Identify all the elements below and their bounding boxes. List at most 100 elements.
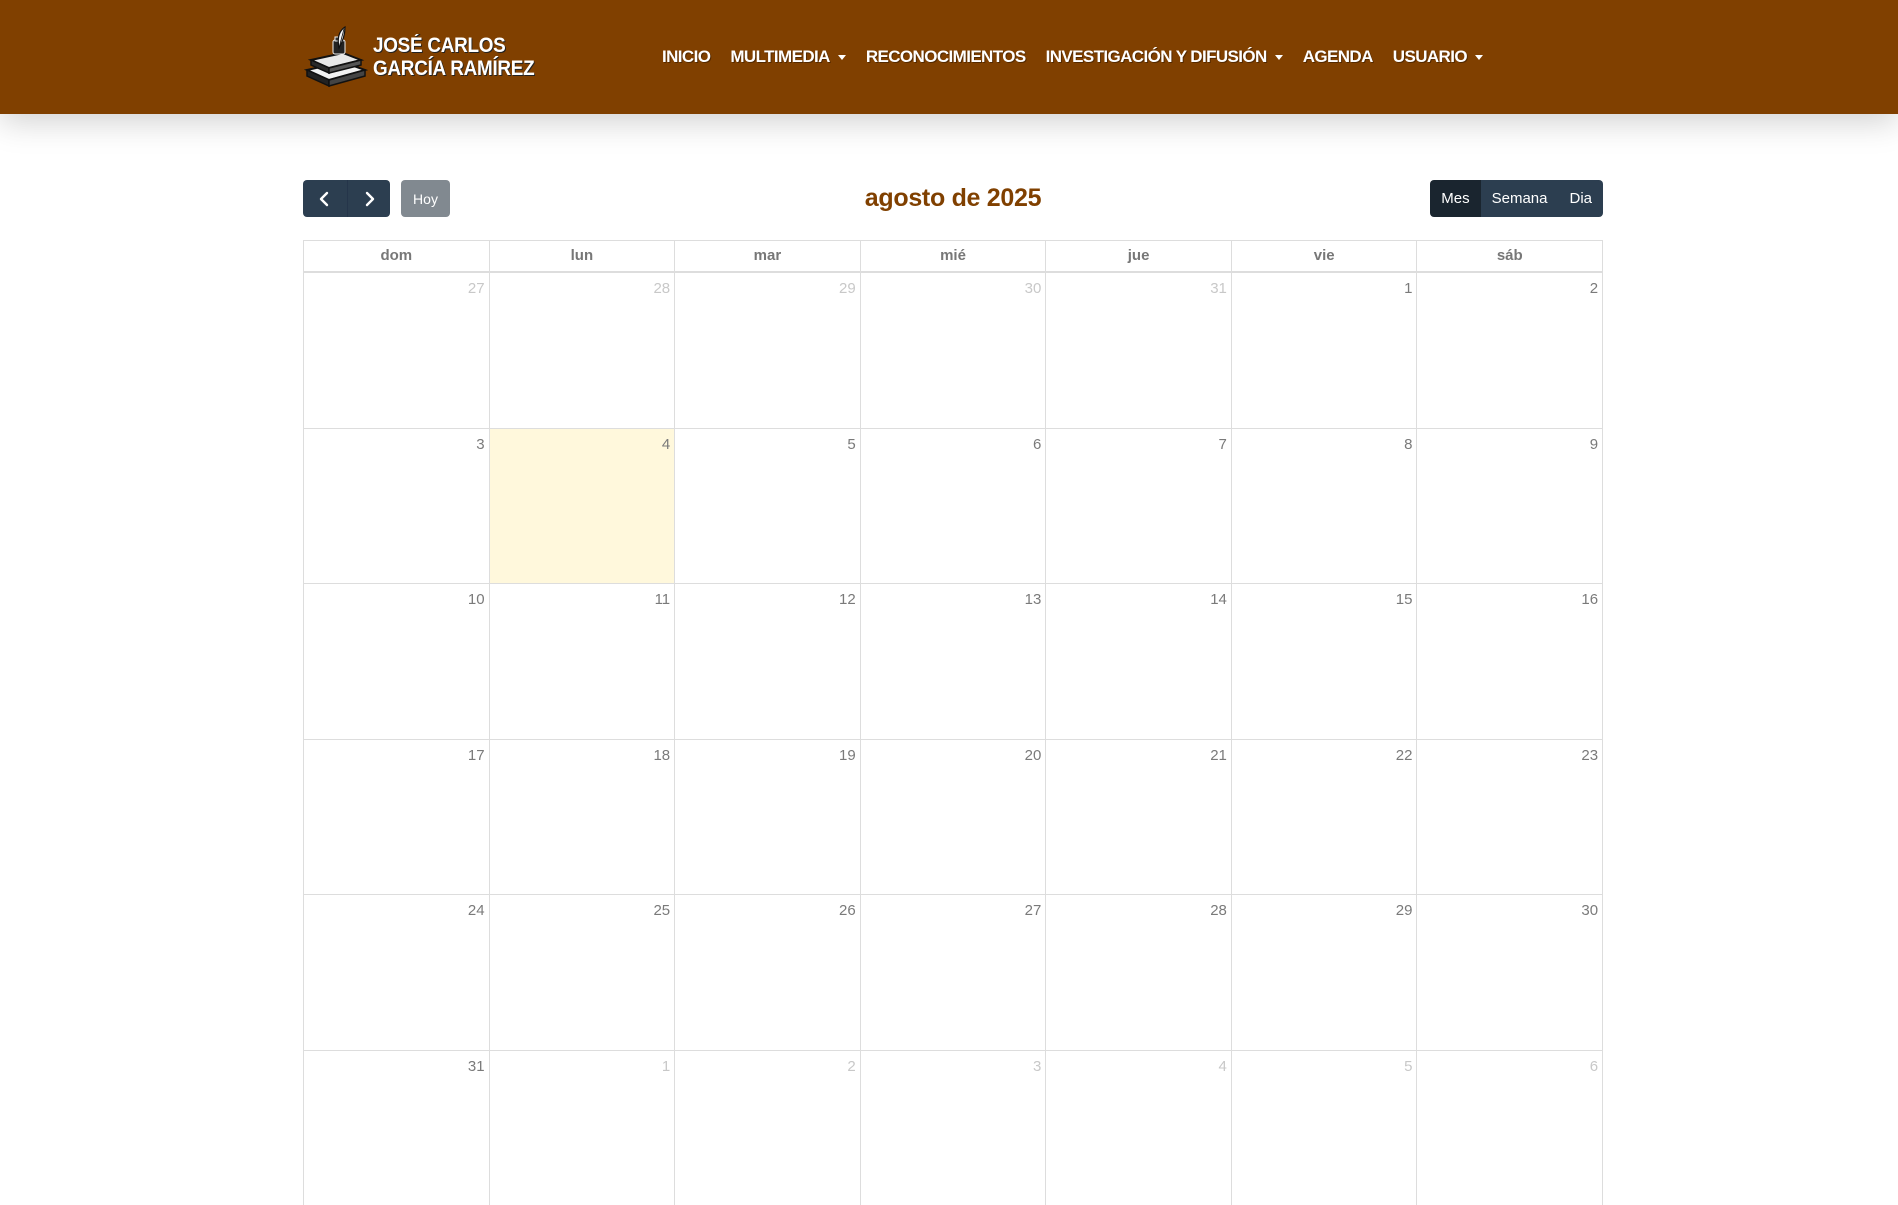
day-number[interactable]: 8 [1404, 436, 1412, 453]
day-cell[interactable]: 20 [860, 740, 1046, 895]
day-cell[interactable]: 2 [1416, 273, 1602, 428]
day-number[interactable]: 3 [476, 436, 484, 453]
day-cell[interactable]: 5 [1231, 1051, 1417, 1205]
day-cell[interactable]: 25 [489, 895, 675, 1050]
day-number[interactable]: 30 [1025, 280, 1042, 297]
day-number[interactable]: 31 [1210, 280, 1227, 297]
day-cell[interactable]: 10 [304, 584, 489, 739]
nav-reconocimientos[interactable]: RECONOCIMIENTOS [866, 47, 1026, 67]
day-view-button[interactable]: Dia [1558, 180, 1603, 217]
day-number[interactable]: 4 [1219, 1058, 1227, 1075]
day-cell[interactable]: 29 [1231, 895, 1417, 1050]
day-number[interactable]: 15 [1396, 591, 1413, 608]
day-cell[interactable]: 27 [860, 895, 1046, 1050]
today-button[interactable]: Hoy [401, 180, 450, 217]
week-view-button[interactable]: Semana [1481, 180, 1559, 217]
day-cell[interactable]: 31 [1045, 273, 1231, 428]
day-cell[interactable]: 16 [1416, 584, 1602, 739]
day-cell[interactable]: 19 [674, 740, 860, 895]
day-number[interactable]: 1 [662, 1058, 670, 1075]
day-cell[interactable]: 27 [304, 273, 489, 428]
day-number[interactable]: 23 [1581, 747, 1598, 764]
day-cell[interactable]: 13 [860, 584, 1046, 739]
day-cell[interactable]: 22 [1231, 740, 1417, 895]
day-number[interactable]: 16 [1581, 591, 1598, 608]
day-cell[interactable]: 24 [304, 895, 489, 1050]
main-nav: INICIO MULTIMEDIA RECONOCIMIENTOS INVEST… [652, 0, 1493, 114]
day-cell[interactable]: 12 [674, 584, 860, 739]
day-number[interactable]: 17 [468, 747, 485, 764]
day-number[interactable]: 18 [653, 747, 670, 764]
day-cell[interactable]: 15 [1231, 584, 1417, 739]
day-cell[interactable]: 7 [1045, 429, 1231, 584]
day-cell[interactable]: 29 [674, 273, 860, 428]
day-cell[interactable]: 9 [1416, 429, 1602, 584]
day-number[interactable]: 3 [1033, 1058, 1041, 1075]
nav-investigacion-dropdown[interactable]: INVESTIGACIÓN Y DIFUSIÓN [1046, 47, 1283, 67]
day-cell[interactable]: 1 [1231, 273, 1417, 428]
day-cell[interactable]: 1 [489, 1051, 675, 1205]
day-number[interactable]: 10 [468, 591, 485, 608]
nav-agenda[interactable]: AGENDA [1303, 47, 1373, 67]
day-number[interactable]: 20 [1025, 747, 1042, 764]
day-number[interactable]: 29 [839, 280, 856, 297]
day-cell[interactable]: 6 [1416, 1051, 1602, 1205]
day-cell[interactable]: 11 [489, 584, 675, 739]
day-cell[interactable]: 30 [1416, 895, 1602, 1050]
day-number[interactable]: 30 [1581, 902, 1598, 919]
day-cell[interactable]: 28 [489, 273, 675, 428]
day-number[interactable]: 6 [1033, 436, 1041, 453]
day-cell[interactable]: 8 [1231, 429, 1417, 584]
day-number[interactable]: 11 [655, 591, 671, 608]
month-view-button[interactable]: Mes [1430, 180, 1480, 217]
weekday-header-cell: lun [489, 241, 675, 271]
nav-usuario-dropdown[interactable]: USUARIO [1393, 47, 1483, 67]
day-cell-today[interactable]: 4 [489, 429, 675, 584]
day-number[interactable]: 9 [1590, 436, 1598, 453]
day-number[interactable]: 27 [468, 280, 485, 297]
day-cell[interactable]: 31 [304, 1051, 489, 1205]
nav-multimedia-dropdown[interactable]: MULTIMEDIA [730, 47, 845, 67]
day-number[interactable]: 5 [1404, 1058, 1412, 1075]
day-cell[interactable]: 2 [674, 1051, 860, 1205]
day-number[interactable]: 22 [1396, 747, 1413, 764]
next-month-button[interactable] [347, 180, 391, 217]
day-cell[interactable]: 28 [1045, 895, 1231, 1050]
day-cell[interactable]: 6 [860, 429, 1046, 584]
day-number[interactable]: 12 [839, 591, 856, 608]
day-number[interactable]: 24 [468, 902, 485, 919]
day-cell[interactable]: 5 [674, 429, 860, 584]
day-number[interactable]: 6 [1590, 1058, 1598, 1075]
day-number[interactable]: 26 [839, 902, 856, 919]
day-number[interactable]: 27 [1025, 902, 1042, 919]
day-cell[interactable]: 18 [489, 740, 675, 895]
day-cell[interactable]: 26 [674, 895, 860, 1050]
day-cell[interactable]: 4 [1045, 1051, 1231, 1205]
day-number[interactable]: 29 [1396, 902, 1413, 919]
day-number[interactable]: 28 [1210, 902, 1227, 919]
brand-link[interactable]: JOSÉ CARLOS GARCÍA RAMÍREZ [303, 26, 552, 88]
day-number[interactable]: 31 [468, 1058, 485, 1075]
day-number[interactable]: 5 [847, 436, 855, 453]
day-number[interactable]: 4 [662, 436, 670, 453]
day-cell[interactable]: 3 [860, 1051, 1046, 1205]
day-cell[interactable]: 30 [860, 273, 1046, 428]
nav-inicio[interactable]: INICIO [662, 47, 710, 67]
calendar-toolbar: agosto de 2025 Hoy Mes Semana Dia [303, 180, 1603, 217]
day-number[interactable]: 2 [847, 1058, 855, 1075]
day-number[interactable]: 7 [1219, 436, 1227, 453]
day-number[interactable]: 2 [1590, 280, 1598, 297]
day-number[interactable]: 19 [839, 747, 856, 764]
day-number[interactable]: 1 [1404, 280, 1412, 297]
day-cell[interactable]: 17 [304, 740, 489, 895]
day-cell[interactable]: 21 [1045, 740, 1231, 895]
day-cell[interactable]: 14 [1045, 584, 1231, 739]
day-cell[interactable]: 23 [1416, 740, 1602, 895]
day-number[interactable]: 13 [1025, 591, 1042, 608]
day-number[interactable]: 28 [653, 280, 670, 297]
day-number[interactable]: 25 [653, 902, 670, 919]
day-cell[interactable]: 3 [304, 429, 489, 584]
day-number[interactable]: 14 [1210, 591, 1227, 608]
day-number[interactable]: 21 [1210, 747, 1227, 764]
prev-month-button[interactable] [303, 180, 347, 217]
